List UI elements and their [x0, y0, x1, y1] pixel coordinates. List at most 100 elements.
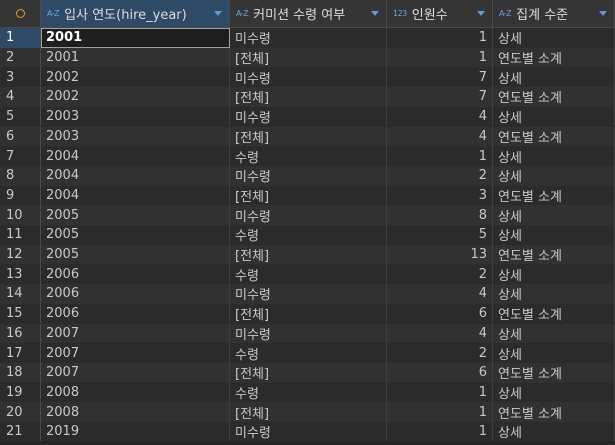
table-cell-count[interactable]: 7 [387, 67, 493, 88]
table-cell-comm[interactable]: [전체] [230, 303, 387, 324]
row-number[interactable]: 20 [0, 402, 41, 422]
row-number[interactable]: 6 [0, 126, 41, 147]
table-cell-comm[interactable]: 수령 [230, 225, 387, 245]
table-cell-count[interactable]: 2 [387, 264, 493, 285]
table-cell-level[interactable]: 연도별 소계 [493, 402, 615, 422]
table-cell-year[interactable]: 2004 [41, 165, 230, 186]
table-cell-comm[interactable]: [전체] [230, 47, 387, 68]
table-row[interactable]: 7 2004 수령 1 상세 [0, 146, 615, 166]
row-number[interactable]: 17 [0, 343, 41, 363]
table-cell-level[interactable]: 연도별 소계 [493, 87, 615, 107]
table-row[interactable]: 4 2002 [전체] 7 연도별 소계 [0, 87, 615, 107]
table-cell-year[interactable]: 2019 [41, 422, 230, 442]
row-number[interactable]: 16 [0, 323, 41, 344]
column-header-hire-year[interactable]: A-Z 입사 연도(hire_year) [41, 0, 230, 27]
row-number[interactable]: 9 [0, 185, 41, 206]
table-row[interactable]: 12 2005 [전체] 13 연도별 소계 [0, 244, 615, 265]
table-cell-year[interactable]: 2007 [41, 343, 230, 363]
table-cell-count[interactable]: 1 [387, 47, 493, 68]
table-cell-level[interactable]: 상세 [493, 146, 615, 166]
table-cell-level[interactable]: 상세 [493, 67, 615, 88]
row-number[interactable]: 13 [0, 264, 41, 285]
row-number[interactable]: 3 [0, 67, 41, 88]
table-cell-year[interactable]: 2004 [41, 185, 230, 206]
table-cell-year[interactable]: 2005 [41, 205, 230, 225]
table-cell-comm[interactable]: 수령 [230, 382, 387, 403]
table-cell-comm[interactable]: [전체] [230, 126, 387, 147]
table-cell-year[interactable]: 2004 [41, 146, 230, 166]
table-cell-comm[interactable]: 미수령 [230, 106, 387, 127]
table-cell-level[interactable]: 상세 [493, 323, 615, 344]
table-cell-count[interactable]: 13 [387, 244, 493, 265]
table-cell-level[interactable]: 상세 [493, 264, 615, 285]
row-number[interactable]: 7 [0, 146, 41, 166]
table-cell-count[interactable]: 8 [387, 205, 493, 225]
table-cell-comm[interactable]: 미수령 [230, 28, 387, 48]
table-row[interactable]: 16 2007 미수령 4 상세 [0, 323, 615, 344]
table-cell-comm[interactable]: 미수령 [230, 284, 387, 304]
table-cell-count[interactable]: 1 [387, 146, 493, 166]
table-cell-year[interactable]: 2005 [41, 244, 230, 265]
table-row[interactable]: 9 2004 [전체] 3 연도별 소계 [0, 185, 615, 206]
table-cell-count[interactable]: 1 [387, 402, 493, 422]
table-row[interactable]: 13 2006 수령 2 상세 [0, 264, 615, 285]
table-cell-level[interactable]: 연도별 소계 [493, 303, 615, 324]
table-row[interactable]: 18 2007 [전체] 6 연도별 소계 [0, 362, 615, 383]
table-cell-year[interactable]: 2003 [41, 106, 230, 127]
table-cell-count[interactable]: 2 [387, 165, 493, 186]
table-cell-count[interactable]: 3 [387, 185, 493, 206]
table-row[interactable]: 2 2001 [전체] 1 연도별 소계 [0, 47, 615, 68]
table-cell-year[interactable]: 2008 [41, 402, 230, 422]
table-cell-level[interactable]: 상세 [493, 28, 615, 48]
table-cell-count[interactable]: 4 [387, 126, 493, 147]
table-row[interactable]: 6 2003 [전체] 4 연도별 소계 [0, 126, 615, 147]
table-cell-year[interactable]: 2005 [41, 225, 230, 245]
table-cell-level[interactable]: 연도별 소계 [493, 244, 615, 265]
table-cell-year[interactable]: 2006 [41, 284, 230, 304]
row-number[interactable]: 19 [0, 382, 41, 403]
table-cell-comm[interactable]: 미수령 [230, 422, 387, 442]
table-cell-level[interactable]: 상세 [493, 225, 615, 245]
table-row[interactable]: 5 2003 미수령 4 상세 [0, 106, 615, 127]
table-cell-year[interactable]: 2007 [41, 323, 230, 344]
table-cell-level[interactable]: 연도별 소계 [493, 126, 615, 147]
table-cell-comm[interactable]: 수령 [230, 264, 387, 285]
table-cell-count[interactable]: 4 [387, 284, 493, 304]
sort-arrow-icon[interactable] [214, 11, 222, 16]
table-cell-level[interactable]: 연도별 소계 [493, 47, 615, 68]
table-cell-level[interactable]: 상세 [493, 343, 615, 363]
column-header-count[interactable]: 123 인원수 [387, 0, 493, 27]
table-cell-comm[interactable]: 수령 [230, 343, 387, 363]
table-row[interactable]: 8 2004 미수령 2 상세 [0, 165, 615, 186]
table-cell-level[interactable]: 상세 [493, 165, 615, 186]
table-cell-year[interactable]: 2008 [41, 382, 230, 403]
table-cell-comm[interactable]: 미수령 [230, 205, 387, 225]
table-row[interactable]: 19 2008 수령 1 상세 [0, 382, 615, 403]
table-row[interactable]: 1 2001 미수령 1 상세 [0, 28, 615, 48]
table-cell-count[interactable]: 4 [387, 323, 493, 344]
table-cell-year[interactable]: 2007 [41, 362, 230, 383]
row-number[interactable]: 5 [0, 106, 41, 127]
table-cell-comm[interactable]: 미수령 [230, 67, 387, 88]
table-cell-comm[interactable]: 수령 [230, 146, 387, 166]
table-cell-comm[interactable]: [전체] [230, 185, 387, 206]
column-header-commission[interactable]: A-Z 커미션 수령 여부 [230, 0, 387, 27]
row-number[interactable]: 10 [0, 205, 41, 225]
row-number[interactable]: 4 [0, 87, 41, 107]
row-number[interactable]: 18 [0, 362, 41, 383]
table-cell-level[interactable]: 상세 [493, 422, 615, 442]
table-row[interactable]: 15 2006 [전체] 6 연도별 소계 [0, 303, 615, 324]
table-cell-level[interactable]: 상세 [493, 106, 615, 127]
sort-arrow-icon[interactable] [477, 11, 485, 16]
table-cell-count[interactable]: 1 [387, 422, 493, 442]
horizontal-scrollbar[interactable] [0, 441, 615, 445]
table-cell-year[interactable]: 2003 [41, 126, 230, 147]
row-number[interactable]: 14 [0, 284, 41, 304]
table-row[interactable]: 3 2002 미수령 7 상세 [0, 67, 615, 88]
table-row[interactable]: 11 2005 수령 5 상세 [0, 225, 615, 245]
table-row[interactable]: 20 2008 [전체] 1 연도별 소계 [0, 402, 615, 422]
table-row[interactable]: 21 2019 미수령 1 상세 [0, 422, 615, 442]
table-cell-year[interactable]: 2006 [41, 264, 230, 285]
row-number[interactable]: 12 [0, 244, 41, 265]
sort-arrow-icon[interactable] [599, 11, 607, 16]
